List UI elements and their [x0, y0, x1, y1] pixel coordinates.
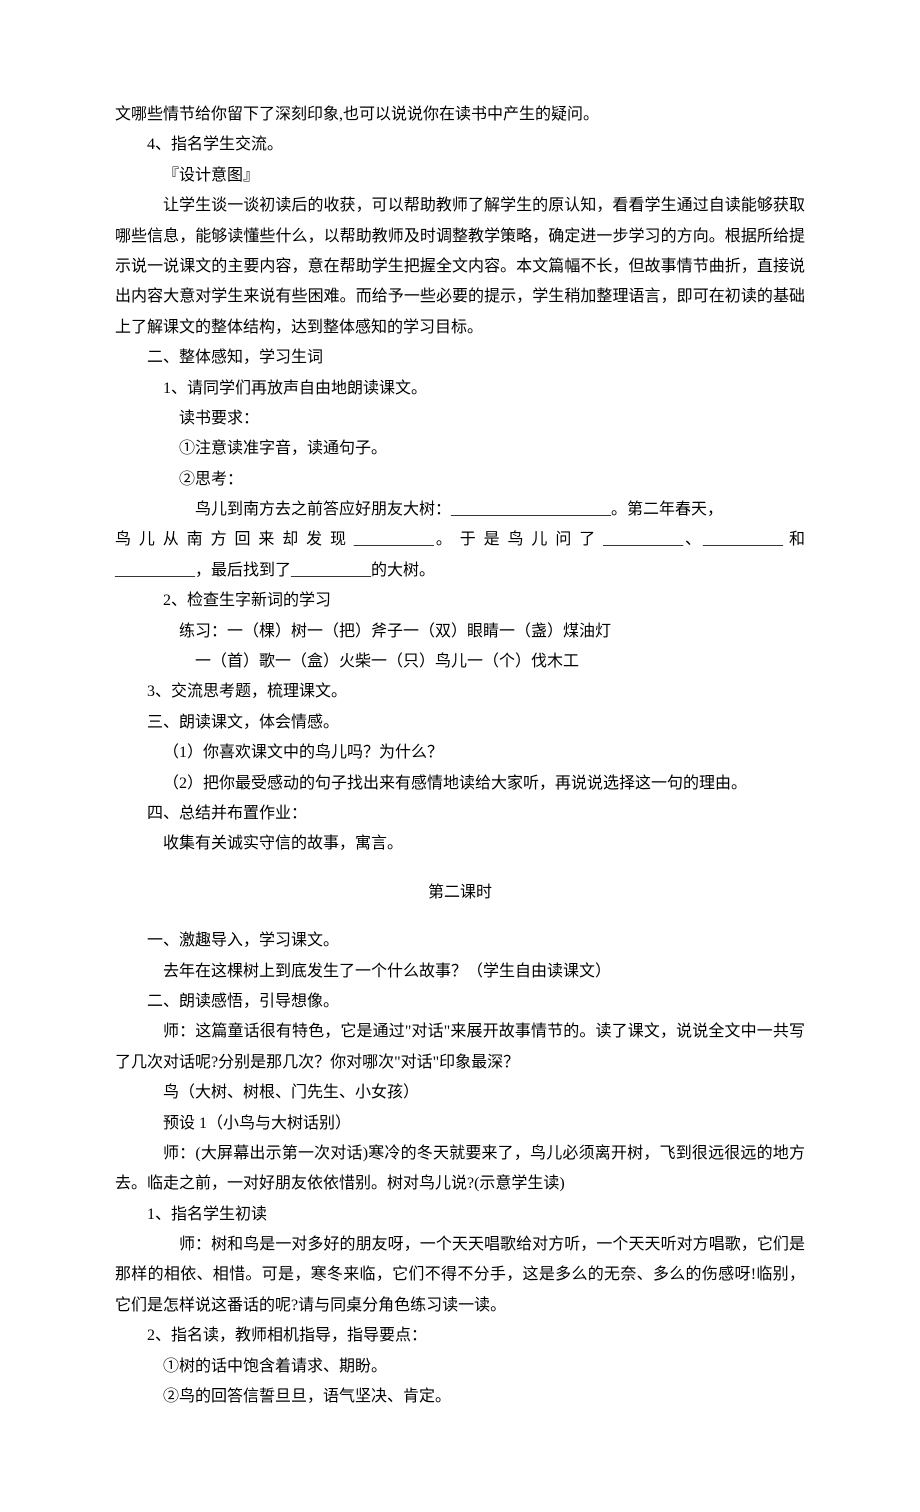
design-intent-label: 『设计意图』	[115, 161, 805, 191]
section-2-item-3: 3、交流思考题，梳理课文。	[115, 677, 805, 707]
section-2-title: 二、整体感知，学习生词	[115, 343, 805, 373]
fill-blank-line-1: 鸟儿到南方去之前答应好朋友大树：____________________。第二年…	[115, 495, 805, 525]
section-3-q2: （2）把你最受感动的句子找出来有感情地读给大家听，再说说选择这一句的理由。	[115, 769, 805, 799]
l2-section-1-body: 去年在这棵树上到底发生了一个什么故事？（学生自由读课文）	[115, 957, 805, 987]
blank: __________	[115, 562, 195, 579]
text: 的大树。	[371, 562, 435, 579]
blank: __________	[603, 531, 683, 548]
design-intent-body: 让学生谈一谈初读后的收获，可以帮助教师了解学生的原认知，看看学生通过自读能够获取…	[115, 191, 805, 343]
section-2-item-2: 2、检查生字新词的学习	[115, 586, 805, 616]
text: 。 于 是 鸟 儿 问 了	[434, 531, 603, 548]
l2-s2-item-2: 2、指名读，教师相机指导，指导要点：	[115, 1321, 805, 1351]
paragraph-continued: 文哪些情节给你留下了深刻印象,也可以说说你在读书中产生的疑问。	[115, 100, 805, 130]
blank: __________	[291, 562, 371, 579]
reading-req-2: ②思考：	[115, 465, 805, 495]
item-4: 4、指名学生交流。	[115, 130, 805, 160]
blank: __________	[354, 531, 434, 548]
l2-s2-teacher-1: 师：这篇童话很有特色，它是通过"对话"来展开故事情节的。读了课文，说说全文中一共…	[115, 1017, 805, 1078]
practice-line-1: 练习：一（棵）树一（把）斧子一（双）眼睛一（盏）煤油灯	[115, 617, 805, 647]
lesson-2-heading: 第二课时	[115, 878, 805, 908]
section-2-item-1: 1、请同学们再放声自由地朗读课文。	[115, 374, 805, 404]
l2-s2-item-1-teacher: 师：树和鸟是一对多好的朋友呀，一个天天唱歌给对方听，一个天天听对方唱歌，它们是那…	[115, 1230, 805, 1321]
section-3-title: 三、朗读课文，体会情感。	[115, 708, 805, 738]
text: ，最后找到了	[195, 562, 291, 579]
text: 和	[783, 531, 805, 548]
l2-s2-item-1: 1、指名学生初读	[115, 1200, 805, 1230]
blank: ____________________	[451, 501, 611, 518]
blank: __________	[703, 531, 783, 548]
reading-req-1: ①注意读准字音，读通句子。	[115, 434, 805, 464]
section-4-title: 四、总结并布置作业：	[115, 799, 805, 829]
text: 。第二年春天，	[611, 501, 723, 518]
text: 鸟 儿 从 南 方 回 来 却 发 现	[115, 531, 354, 548]
l2-s2-preset: 预设 1（小鸟与大树话别）	[115, 1109, 805, 1139]
fill-blank-line-3: __________，最后找到了__________的大树。	[115, 556, 805, 586]
l2-s2-item-2a: ①树的话中饱含着请求、期盼。	[115, 1352, 805, 1382]
section-4-body: 收集有关诚实守信的故事，寓言。	[115, 829, 805, 859]
l2-s2-bird: 鸟（大树、树根、门先生、小女孩）	[115, 1078, 805, 1108]
l2-section-1-title: 一、激趣导入，学习课文。	[115, 926, 805, 956]
practice-line-2: 一（首）歌一（盒）火柴一（只）鸟儿一（个）伐木工	[115, 647, 805, 677]
text: 、	[683, 531, 703, 548]
l2-s2-teacher-2: 师：(大屏幕出示第一次对话)寒冷的冬天就要来了，鸟儿必须离开树，飞到很远很远的地…	[115, 1139, 805, 1200]
fill-blank-line-2: 鸟 儿 从 南 方 回 来 却 发 现 __________。 于 是 鸟 儿 …	[115, 525, 805, 555]
reading-req-label: 读书要求：	[115, 404, 805, 434]
section-3-q1: （1）你喜欢课文中的鸟儿吗？为什么？	[115, 738, 805, 768]
text: 鸟儿到南方去之前答应好朋友大树：	[195, 501, 451, 518]
l2-section-2-title: 二、朗读感悟，引导想像。	[115, 987, 805, 1017]
l2-s2-item-2b: ②鸟的回答信誓旦旦，语气坚决、肯定。	[115, 1382, 805, 1412]
